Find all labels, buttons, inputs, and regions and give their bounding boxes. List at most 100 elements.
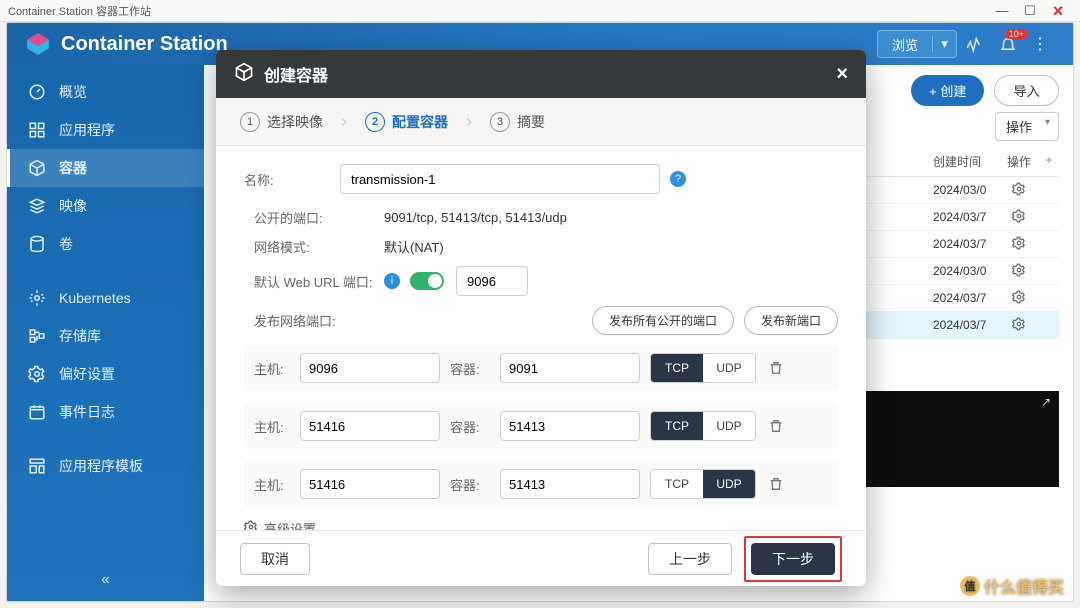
container-label: 容器:: [450, 359, 490, 378]
col-operation: 操作: [999, 153, 1039, 170]
activity-icon[interactable]: [957, 35, 991, 53]
udp-option[interactable]: UDP: [703, 412, 755, 440]
notification-badge: 10+: [1006, 29, 1027, 39]
window-close[interactable]: ×: [1044, 2, 1072, 20]
close-icon[interactable]: ×: [836, 63, 848, 86]
advanced-settings-link[interactable]: 高级设置: [244, 519, 838, 530]
action-select[interactable]: 操作: [995, 112, 1059, 141]
next-highlight: 下一步: [744, 536, 842, 582]
protocol-toggle[interactable]: TCPUDP: [650, 353, 756, 383]
sidebar-item-applications[interactable]: 应用程序: [7, 111, 204, 149]
container-label: 容器:: [450, 475, 490, 494]
row-settings-icon[interactable]: [999, 236, 1039, 253]
publish-new-button[interactable]: 发布新端口: [744, 306, 838, 335]
cube-icon: [234, 62, 254, 87]
sidebar-item-containers[interactable]: 容器: [7, 149, 204, 187]
sidebar-label: 事件日志: [59, 402, 115, 422]
container-port-input[interactable]: [500, 469, 640, 499]
calendar-icon: [27, 403, 47, 421]
sidebar-item-event-log[interactable]: 事件日志: [7, 393, 204, 431]
network-mode-label: 网络模式:: [254, 237, 384, 256]
sidebar-label: 存储库: [59, 326, 101, 346]
window-maximize[interactable]: ☐: [1016, 3, 1044, 19]
sidebar-item-overview[interactable]: 概览: [7, 73, 204, 111]
cancel-button[interactable]: 取消: [240, 543, 310, 575]
chevron-right-icon: ›: [341, 111, 347, 132]
container-name-input[interactable]: [340, 164, 660, 194]
import-button[interactable]: 导入: [994, 75, 1059, 106]
info-icon[interactable]: ?: [670, 171, 686, 187]
tcp-option[interactable]: TCP: [651, 470, 703, 498]
sidebar-item-repository[interactable]: 存储库: [7, 317, 204, 355]
sidebar-label: 映像: [59, 196, 87, 216]
row-settings-icon[interactable]: [999, 317, 1039, 334]
sidebar-item-app-templates[interactable]: 应用程序模板: [7, 447, 204, 485]
action-label: 操作: [1006, 120, 1032, 135]
more-menu-icon[interactable]: ⋮: [1025, 34, 1055, 54]
os-titlebar: Container Station 容器工作站 — ☐ ×: [0, 0, 1080, 22]
trash-icon[interactable]: [766, 476, 786, 492]
kubernetes-icon: [27, 289, 47, 307]
sidebar: 概览 应用程序 容器 映像 卷 Kubernetes: [7, 65, 204, 601]
host-label: 主机:: [254, 475, 290, 494]
trash-icon[interactable]: [766, 418, 786, 434]
network-mode-value: 默认(NAT): [384, 237, 444, 256]
chevron-right-icon: ›: [466, 111, 472, 132]
wizard-step-2[interactable]: 2配置容器: [355, 112, 458, 132]
sidebar-item-volumes[interactable]: 卷: [7, 225, 204, 263]
cell-date: 2024/03/0: [933, 183, 999, 197]
trash-icon[interactable]: [766, 360, 786, 376]
create-button[interactable]: + 创建: [911, 75, 984, 106]
browse-button[interactable]: 浏览 ▾: [877, 30, 957, 58]
app-logo-icon: [25, 31, 51, 57]
sidebar-item-kubernetes[interactable]: Kubernetes: [7, 279, 204, 317]
tcp-option[interactable]: TCP: [651, 412, 703, 440]
open-external-icon[interactable]: ↗: [1041, 395, 1051, 409]
sidebar-label: 卷: [59, 234, 73, 254]
sidebar-item-preferences[interactable]: 偏好设置: [7, 355, 204, 393]
row-settings-icon[interactable]: [999, 209, 1039, 226]
web-url-toggle[interactable]: [410, 272, 444, 290]
container-port-input[interactable]: [500, 353, 640, 383]
host-port-input[interactable]: [300, 353, 440, 383]
add-column-icon[interactable]: +: [1039, 153, 1059, 170]
next-button[interactable]: 下一步: [751, 543, 835, 575]
prev-button[interactable]: 上一步: [648, 543, 732, 575]
info-icon[interactable]: i: [384, 273, 400, 289]
wizard-step-1[interactable]: 1选择映像: [230, 112, 333, 132]
web-url-port-input[interactable]: [456, 266, 528, 296]
notification-bell-icon[interactable]: 10+: [991, 35, 1025, 53]
repository-icon: [27, 327, 47, 345]
exposed-ports-label: 公开的端口:: [254, 208, 384, 227]
udp-option[interactable]: UDP: [703, 470, 755, 498]
container-port-input[interactable]: [500, 411, 640, 441]
protocol-toggle[interactable]: TCPUDP: [650, 469, 756, 499]
host-port-input[interactable]: [300, 469, 440, 499]
sidebar-collapse[interactable]: «: [7, 571, 204, 589]
publish-ports-label: 发布网络端口:: [254, 311, 384, 330]
host-label: 主机:: [254, 359, 290, 378]
protocol-toggle[interactable]: TCPUDP: [650, 411, 756, 441]
cell-date: 2024/03/0: [933, 264, 999, 278]
sidebar-item-images[interactable]: 映像: [7, 187, 204, 225]
tcp-option[interactable]: TCP: [651, 354, 703, 382]
row-settings-icon[interactable]: [999, 263, 1039, 280]
modal-footer: 取消 上一步 下一步: [216, 530, 866, 586]
database-icon: [27, 235, 47, 253]
cell-date: 2024/03/7: [933, 291, 999, 305]
chevron-down-icon[interactable]: ▾: [932, 36, 956, 52]
wizard-step-3[interactable]: 3摘要: [480, 112, 555, 132]
cell-date: 2024/03/7: [933, 318, 999, 332]
row-settings-icon[interactable]: [999, 290, 1039, 307]
publish-all-button[interactable]: 发布所有公开的端口: [592, 306, 734, 335]
row-settings-icon[interactable]: [999, 182, 1039, 199]
container-label: 容器:: [450, 417, 490, 436]
modal-body: 名称: ? 公开的端口: 9091/tcp, 51413/tcp, 51413/…: [216, 146, 866, 530]
window-title: Container Station 容器工作站: [8, 3, 151, 19]
sidebar-label: 容器: [59, 158, 87, 178]
host-port-input[interactable]: [300, 411, 440, 441]
host-label: 主机:: [254, 417, 290, 436]
gauge-icon: [27, 83, 47, 101]
udp-option[interactable]: UDP: [703, 354, 755, 382]
window-minimize[interactable]: —: [988, 3, 1016, 18]
